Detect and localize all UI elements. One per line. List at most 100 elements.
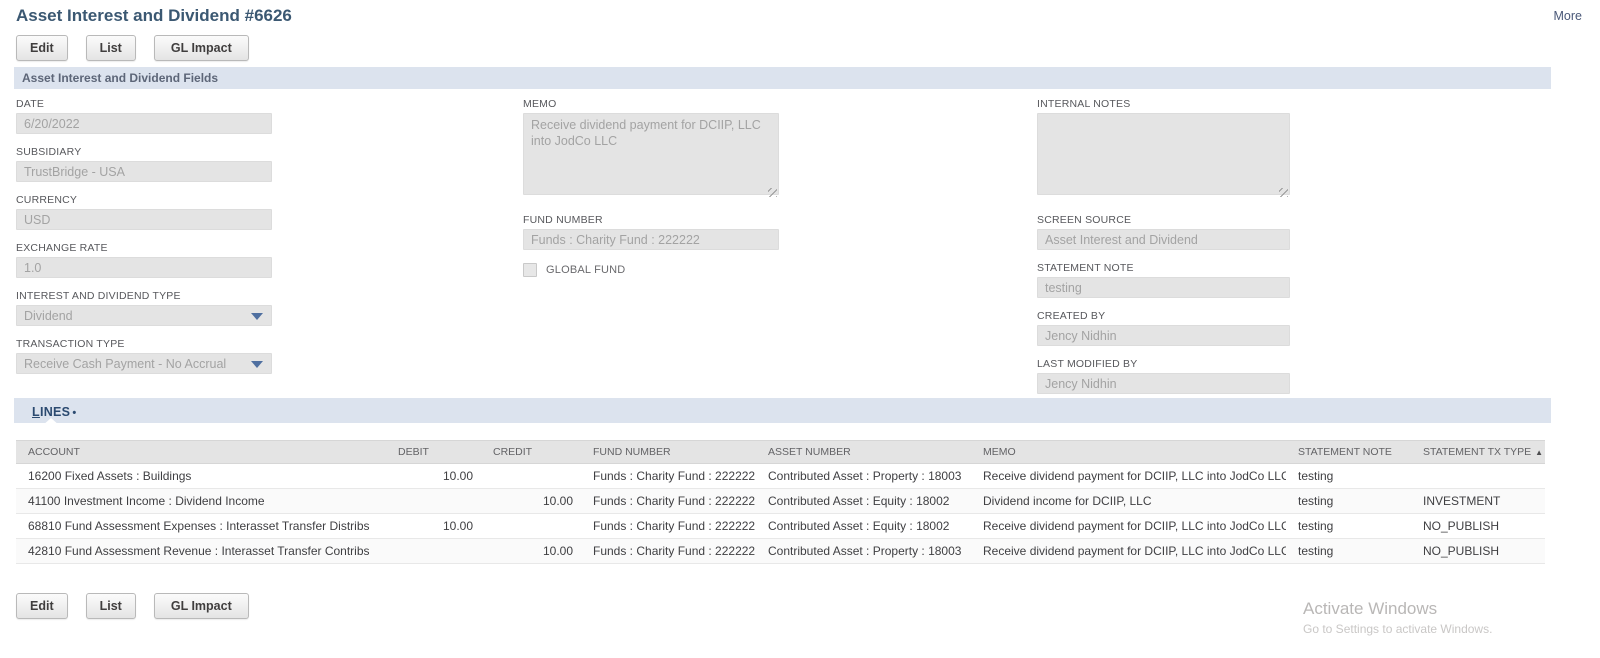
- active-tab-notch: [42, 418, 60, 426]
- cell-account: 16200 Fixed Assets : Buildings: [16, 463, 386, 489]
- lines-table: ACCOUNT DEBIT CREDIT FUND NUMBER ASSET N…: [16, 440, 1545, 564]
- edit-button[interactable]: Edit: [16, 593, 68, 619]
- field-statement-note: STATEMENT NOTE: [1037, 262, 1290, 298]
- sort-ascending-icon: ▲: [1535, 448, 1544, 457]
- field-memo: MEMO Receive dividend payment for DCIIP,…: [523, 98, 779, 200]
- interest-dividend-type-select[interactable]: [16, 305, 272, 326]
- column-header-statement-tx-type[interactable]: STATEMENT TX TYPE ▲: [1411, 440, 1545, 464]
- cell-memo: Dividend income for DCIIP, LLC: [971, 488, 1286, 514]
- cell-credit: 10.00: [481, 488, 581, 514]
- watermark-line1: Activate Windows: [1303, 599, 1438, 618]
- column-header-account[interactable]: ACCOUNT: [16, 440, 386, 464]
- table-header-row: ACCOUNT DEBIT CREDIT FUND NUMBER ASSET N…: [16, 440, 1545, 464]
- cell-account: 42810 Fund Assessment Revenue : Interass…: [16, 538, 386, 564]
- column-header-fund-number[interactable]: FUND NUMBER: [581, 440, 756, 464]
- more-link[interactable]: More: [1554, 9, 1582, 23]
- date-label: DATE: [16, 98, 45, 110]
- transaction-type-select[interactable]: [16, 353, 272, 374]
- cell-asset-number: Contributed Asset : Equity : 18002: [756, 513, 971, 539]
- last-modified-by-input[interactable]: [1037, 373, 1290, 394]
- cell-statement-tx-type: NO_PUBLISH: [1411, 538, 1545, 564]
- form-column-right: INTERNAL NOTES SCREEN SOURCE STATEMENT N…: [1037, 98, 1290, 406]
- cell-fund-number: Funds : Charity Fund : 222222: [581, 513, 756, 539]
- field-subsidiary: SUBSIDIARY: [16, 146, 272, 182]
- internal-notes-label: INTERNAL NOTES: [1037, 98, 1131, 110]
- cell-statement-note: testing: [1286, 463, 1411, 489]
- field-global-fund: GLOBAL FUND: [523, 263, 779, 277]
- tab-lines[interactable]: LINES •: [24, 398, 84, 426]
- column-header-credit[interactable]: CREDIT: [481, 440, 581, 464]
- cell-debit: 10.00: [386, 513, 481, 539]
- gl-impact-button[interactable]: GL Impact: [153, 593, 249, 619]
- cell-statement-tx-type: NO_PUBLISH: [1411, 513, 1545, 539]
- list-button[interactable]: List: [85, 35, 136, 61]
- cell-asset-number: Contributed Asset : Equity : 18002: [756, 488, 971, 514]
- toolbar-top: Edit List GL Impact: [16, 35, 249, 61]
- currency-label: CURRENCY: [16, 194, 78, 206]
- field-last-modified-by: LAST MODIFIED BY: [1037, 358, 1290, 394]
- cell-debit: 10.00: [386, 463, 481, 489]
- gl-impact-button[interactable]: GL Impact: [153, 35, 249, 61]
- fund-number-input[interactable]: [523, 229, 779, 250]
- table-row: 42810 Fund Assessment Revenue : Interass…: [16, 538, 1545, 564]
- lines-tab-bullet: •: [72, 407, 77, 419]
- edit-button[interactable]: Edit: [16, 35, 68, 61]
- memo-label: MEMO: [523, 98, 557, 110]
- cell-memo: Receive dividend payment for DCIIP, LLC …: [971, 513, 1286, 539]
- section-header-label: Asset Interest and Dividend Fields: [22, 71, 219, 85]
- lines-tab-bar: LINES •: [14, 398, 1551, 426]
- field-fund-number: FUND NUMBER: [523, 214, 779, 250]
- field-internal-notes: INTERNAL NOTES: [1037, 98, 1290, 200]
- record-page: Asset Interest and Dividend #6626 More E…: [0, 0, 1600, 658]
- cell-memo: Receive dividend payment for DCIIP, LLC …: [971, 463, 1286, 489]
- activate-windows-watermark: Activate Windows Go to Settings to activ…: [1303, 599, 1492, 636]
- cell-statement-note: testing: [1286, 538, 1411, 564]
- column-header-memo[interactable]: MEMO: [971, 440, 1286, 464]
- chevron-down-icon[interactable]: [251, 361, 263, 368]
- cell-debit: [386, 488, 481, 514]
- field-interest-dividend-type: INTEREST AND DIVIDEND TYPE: [16, 290, 272, 326]
- fund-number-label: FUND NUMBER: [523, 214, 603, 226]
- column-header-debit[interactable]: DEBIT: [386, 440, 481, 464]
- cell-memo: Receive dividend payment for DCIIP, LLC …: [971, 538, 1286, 564]
- screen-source-input[interactable]: [1037, 229, 1290, 250]
- chevron-down-icon[interactable]: [251, 313, 263, 320]
- memo-textarea[interactable]: Receive dividend payment for DCIIP, LLC …: [523, 113, 779, 195]
- column-header-statement-note[interactable]: STATEMENT NOTE: [1286, 440, 1411, 464]
- lines-tab-label: LINES: [32, 405, 71, 419]
- field-currency: CURRENCY: [16, 194, 272, 230]
- subsidiary-input[interactable]: [16, 161, 272, 182]
- interest-dividend-type-label: INTEREST AND DIVIDEND TYPE: [16, 290, 181, 302]
- form-column-middle: MEMO Receive dividend payment for DCIIP,…: [523, 98, 779, 277]
- transaction-type-value[interactable]: [16, 353, 272, 374]
- cell-credit: [481, 463, 581, 489]
- global-fund-checkbox[interactable]: [523, 263, 537, 277]
- page-title: Asset Interest and Dividend #6626: [16, 6, 292, 25]
- cell-account: 41100 Investment Income : Dividend Incom…: [16, 488, 386, 514]
- created-by-label: CREATED BY: [1037, 310, 1106, 322]
- watermark-line2: Go to Settings to activate Windows.: [1303, 622, 1493, 636]
- cell-statement-tx-type: INVESTMENT: [1411, 488, 1545, 514]
- column-header-asset-number[interactable]: ASSET NUMBER: [756, 440, 971, 464]
- cell-account: 68810 Fund Assessment Expenses : Interas…: [16, 513, 386, 539]
- section-header-bar: Asset Interest and Dividend Fields: [14, 67, 1551, 89]
- cell-debit: [386, 538, 481, 564]
- statement-note-label: STATEMENT NOTE: [1037, 262, 1134, 274]
- list-button[interactable]: List: [85, 593, 136, 619]
- cell-statement-note: testing: [1286, 513, 1411, 539]
- statement-note-input[interactable]: [1037, 277, 1290, 298]
- toolbar-bottom: Edit List GL Impact: [16, 593, 249, 619]
- cell-statement-tx-type: [1411, 463, 1545, 489]
- form-column-left: DATE SUBSIDIARY CURRENCY EXCHANGE RATE I…: [16, 98, 272, 386]
- created-by-input[interactable]: [1037, 325, 1290, 346]
- exchange-rate-input[interactable]: [16, 257, 272, 278]
- field-screen-source: SCREEN SOURCE: [1037, 214, 1290, 250]
- last-modified-by-label: LAST MODIFIED BY: [1037, 358, 1138, 370]
- currency-input[interactable]: [16, 209, 272, 230]
- date-input[interactable]: [16, 113, 272, 134]
- internal-notes-textarea[interactable]: [1037, 113, 1290, 195]
- interest-dividend-type-value[interactable]: [16, 305, 272, 326]
- field-date: DATE: [16, 98, 272, 134]
- cell-fund-number: Funds : Charity Fund : 222222: [581, 463, 756, 489]
- field-created-by: CREATED BY: [1037, 310, 1290, 346]
